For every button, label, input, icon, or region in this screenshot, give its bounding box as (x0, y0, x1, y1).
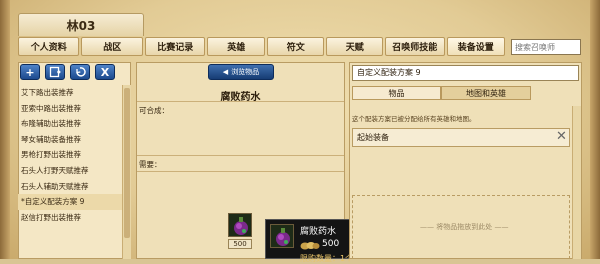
subtab-maps-champions[interactable]: 地图和英雄 (441, 86, 531, 100)
list-item[interactable]: 男枪打野出装推荐 (18, 147, 122, 163)
summoner-search-input[interactable] (511, 39, 581, 55)
tooltip-price: 500 (322, 239, 340, 249)
corrupting-potion-icon[interactable] (228, 213, 252, 237)
assignment-notice: 这个配装方案已被分配给所有英雄和地图。 (352, 115, 476, 123)
close-icon[interactable]: ✕ (556, 130, 567, 143)
gold-coins-icon (300, 242, 320, 250)
profile-tab-bar: 个人资料 战区 比赛记录 英雄 符文 天赋 召唤师技能 装备设置 (18, 37, 505, 57)
add-icon[interactable]: + (20, 64, 40, 80)
list-item[interactable]: 石头人打野天赋推荐 (18, 163, 122, 179)
list-item[interactable]: 艾下路出装推荐 (18, 85, 122, 101)
arrow-left-icon: ◀ (222, 68, 229, 76)
list-item[interactable]: 亚索中路出装推荐 (18, 101, 122, 117)
tab-item-sets[interactable]: 装备设置 (446, 37, 505, 56)
recipe-label: 需要： (139, 160, 162, 169)
list-scrollbar[interactable] (122, 85, 131, 259)
tab-runes[interactable]: 符文 (266, 37, 325, 56)
list-item[interactable]: 赵信打野出装推荐 (18, 210, 122, 226)
summoner-name-tab: 林03 (18, 13, 144, 36)
editor-scrollbar[interactable] (572, 106, 581, 259)
item-price: 500 (228, 239, 252, 249)
tab-summoner-spells[interactable]: 召唤师技能 (385, 37, 445, 56)
tab-league[interactable]: 战区 (81, 37, 143, 56)
tab-match-history[interactable]: 比赛记录 (144, 37, 206, 56)
browse-items-label: 浏览物品 (231, 68, 260, 76)
builds-into-label: 可合成： (139, 106, 169, 115)
delete-icon[interactable]: X (95, 64, 115, 80)
tab-profile[interactable]: 个人资料 (18, 37, 80, 56)
list-item[interactable]: 石头人辅助天赋推荐 (18, 179, 122, 195)
save-icon[interactable] (45, 64, 65, 80)
subtab-items[interactable]: 物品 (352, 86, 441, 100)
list-item[interactable]: 布隆辅助出装推荐 (18, 116, 122, 132)
divider (137, 171, 344, 172)
tab-champions[interactable]: 英雄 (207, 37, 265, 56)
item-set-toolbar: + X (20, 64, 115, 80)
divider (137, 101, 344, 102)
scrollbar-thumb[interactable] (124, 88, 130, 238)
item-set-list: 艾下路出装推荐 亚索中路出装推荐 布隆辅助出装推荐 琴女辅助装备推荐 男枪打野出… (18, 85, 122, 225)
tab-masteries[interactable]: 天赋 (326, 37, 383, 56)
left-frame-edge (0, 0, 10, 259)
add-block-hint: —— 将物品拖放到此处 —— (420, 223, 509, 231)
divider (137, 155, 344, 156)
corrupting-potion-icon (270, 224, 294, 248)
tooltip-item-name: 腐败药水 (300, 227, 337, 237)
undo-icon[interactable] (70, 64, 90, 80)
item-set-name-field[interactable]: 自定义配装方案 9 (352, 65, 579, 81)
list-item[interactable]: 琴女辅助装备推荐 (18, 132, 122, 148)
browse-items-button[interactable]: ◀ 浏览物品 (208, 64, 274, 80)
right-frame-edge (590, 0, 600, 259)
list-item-selected[interactable]: *自定义配装方案 9 (18, 194, 122, 210)
item-block-header[interactable]: 起始装备 (352, 128, 570, 147)
editor-subtabs: 物品 地图和英雄 (352, 86, 579, 100)
